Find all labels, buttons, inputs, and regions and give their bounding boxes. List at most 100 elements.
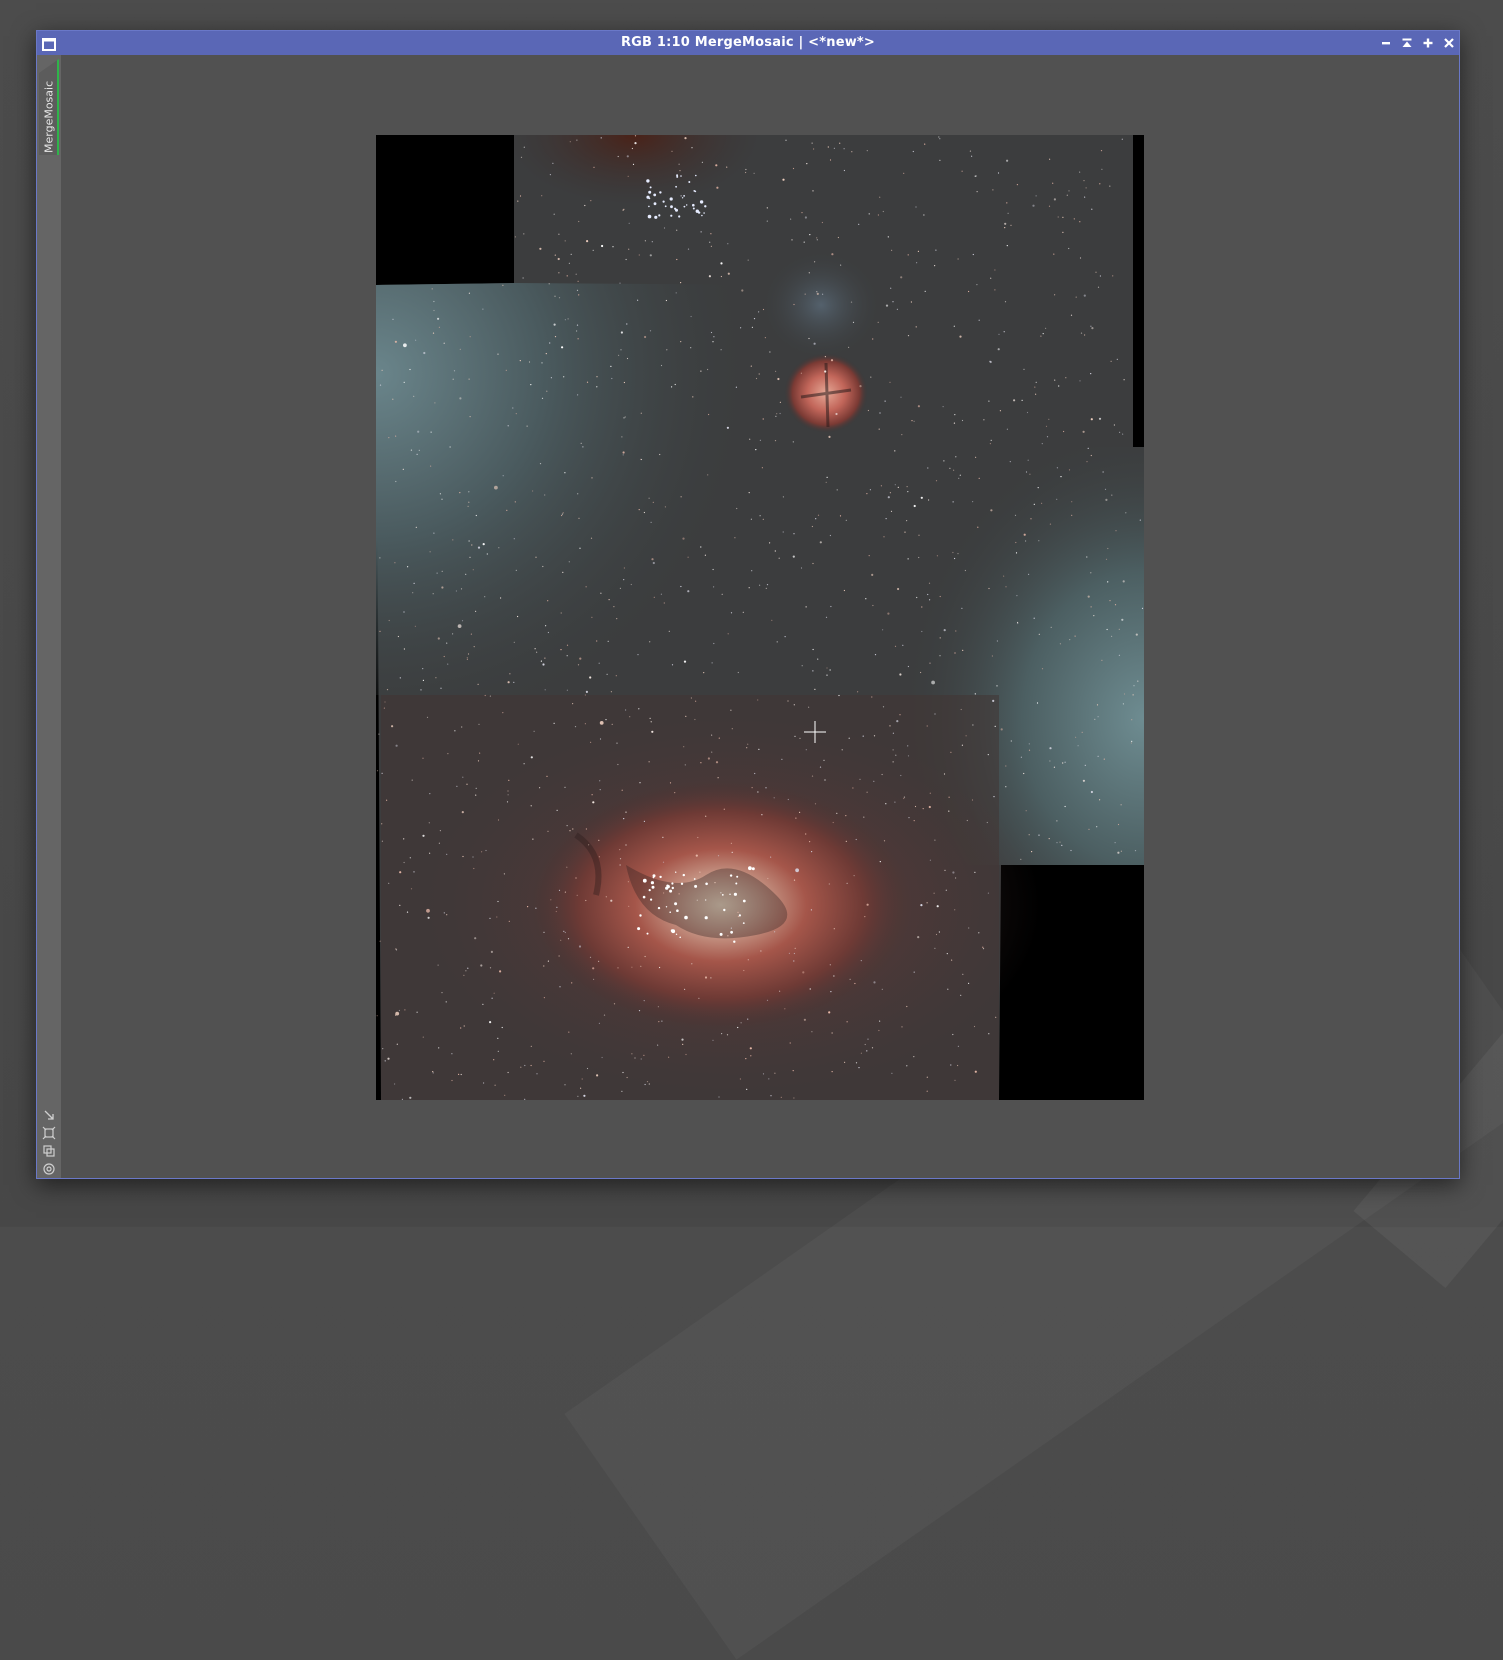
star (637, 927, 641, 931)
star (792, 167, 795, 170)
view-side-panel: MergeMosaic (37, 55, 61, 1178)
star (918, 534, 920, 536)
star (577, 394, 579, 396)
star (577, 338, 579, 340)
title-bar[interactable]: RGB 1:10 MergeMosaic | <*new*> (37, 31, 1459, 55)
star (900, 396, 902, 398)
star (892, 749, 894, 751)
star (599, 780, 601, 782)
star (434, 402, 436, 404)
star (546, 390, 548, 392)
star (949, 467, 951, 469)
star (591, 794, 593, 796)
star (532, 490, 534, 492)
star (1006, 202, 1008, 204)
star (623, 208, 625, 210)
star (894, 801, 896, 803)
star (935, 933, 938, 936)
star (969, 150, 972, 152)
star (766, 999, 769, 1001)
star (838, 694, 840, 697)
star (1042, 333, 1044, 335)
star (507, 794, 509, 796)
star (1041, 668, 1044, 670)
star (1077, 745, 1079, 747)
star (701, 161, 703, 163)
star (558, 272, 560, 274)
star (612, 246, 614, 248)
star (887, 236, 889, 238)
image-viewport[interactable] (61, 55, 1459, 1178)
star (652, 561, 655, 565)
star (623, 579, 625, 581)
maximize-icon[interactable] (1419, 34, 1437, 52)
star (817, 658, 819, 660)
star (907, 254, 909, 256)
star (669, 889, 673, 893)
star (1064, 761, 1066, 763)
star (628, 248, 630, 250)
star (535, 907, 537, 909)
star (523, 763, 525, 765)
star (1103, 758, 1105, 760)
star (648, 1083, 650, 1085)
star (781, 758, 783, 761)
close-icon[interactable] (1440, 34, 1458, 52)
star (657, 1006, 659, 1008)
star (999, 410, 1002, 412)
mosaic-image[interactable] (376, 135, 1144, 1100)
minimize-icon[interactable] (1377, 34, 1395, 52)
star (794, 947, 796, 950)
target-icon[interactable] (42, 1161, 56, 1175)
star (663, 892, 665, 894)
star (639, 782, 641, 784)
star (639, 914, 642, 917)
star (468, 501, 470, 503)
star (489, 917, 491, 920)
star (726, 426, 729, 429)
star (927, 593, 929, 596)
star (792, 555, 795, 558)
star (1099, 183, 1101, 185)
star (906, 1065, 908, 1067)
star (845, 840, 847, 843)
star (1084, 196, 1086, 198)
fit-view-icon[interactable] (42, 1107, 56, 1121)
star (998, 333, 1000, 335)
zoom-to-fit-icon[interactable] (42, 1125, 56, 1140)
star (1006, 428, 1009, 430)
star (622, 454, 624, 456)
star (758, 373, 760, 375)
star (710, 245, 712, 247)
star (658, 214, 661, 217)
star (858, 223, 860, 225)
star (774, 931, 776, 933)
star (705, 882, 708, 886)
star (943, 629, 946, 632)
star (892, 761, 894, 763)
star (506, 801, 509, 803)
star (973, 1025, 976, 1028)
star (1058, 385, 1060, 387)
star (473, 646, 475, 648)
star (793, 960, 795, 962)
star (435, 677, 437, 679)
star (787, 700, 789, 702)
image-window[interactable]: RGB 1:10 MergeMosaic | <*new*> MergeMosa… (36, 30, 1460, 1179)
star (395, 480, 397, 483)
star (922, 808, 924, 810)
star (1084, 334, 1086, 336)
clone-icon[interactable] (42, 1143, 56, 1157)
tab-mergemosaic[interactable]: MergeMosaic (39, 59, 59, 155)
star (680, 496, 682, 498)
star (1113, 424, 1115, 426)
star (750, 518, 752, 520)
star (779, 412, 781, 415)
star (631, 147, 633, 150)
star (1017, 621, 1019, 624)
star (853, 875, 855, 877)
star (749, 438, 751, 440)
star (990, 439, 992, 441)
shade-icon[interactable] (1398, 34, 1416, 52)
star (1120, 804, 1122, 806)
